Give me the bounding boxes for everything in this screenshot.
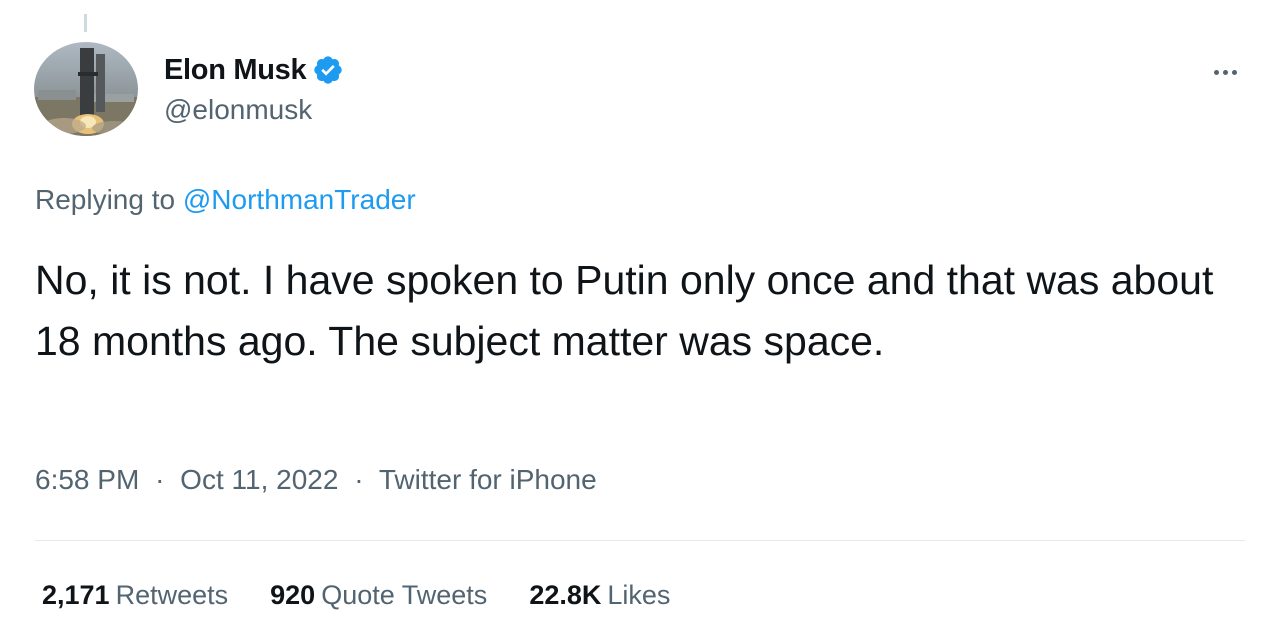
ellipsis-dot [1222, 69, 1228, 75]
meta-separator: · [155, 464, 165, 495]
replying-to-link[interactable]: @NorthmanTrader [183, 184, 416, 215]
likes-count: 22.8K [529, 580, 602, 610]
quote-tweets-stat[interactable]: 920 Quote Tweets [270, 580, 487, 611]
verified-badge-icon [312, 54, 344, 86]
replying-prefix: Replying to [35, 184, 176, 215]
retweets-stat[interactable]: 2,171 Retweets [42, 580, 228, 611]
meta-separator: · [354, 464, 364, 495]
tweet-card: Elon Musk @elonmusk Replying to @Northma… [0, 0, 1280, 635]
tweet-time[interactable]: 6:58 PM [35, 464, 139, 495]
more-options-button[interactable] [1202, 56, 1248, 88]
author-handle[interactable]: @elonmusk [164, 94, 312, 126]
tweet-date[interactable]: Oct 11, 2022 [180, 464, 338, 495]
quote-tweets-label: Quote Tweets [321, 580, 488, 610]
retweets-label: Retweets [115, 580, 229, 610]
display-name[interactable]: Elon Musk [164, 54, 307, 87]
likes-stat[interactable]: 22.8K Likes [529, 580, 670, 611]
avatar[interactable] [34, 42, 138, 136]
thread-connector-line [84, 14, 87, 32]
divider [35, 540, 1245, 541]
quote-tweets-count: 920 [270, 580, 316, 610]
retweets-count: 2,171 [42, 580, 110, 610]
tweet-metadata: 6:58 PM · Oct 11, 2022 · Twitter for iPh… [35, 464, 597, 496]
tweet-stats: 2,171 Retweets 920 Quote Tweets 22.8K Likes [42, 580, 712, 611]
ellipsis-dot [1231, 69, 1237, 75]
tweet-text: No, it is not. I have spoken to Putin on… [35, 257, 1214, 364]
rocket-launch-avatar-icon [34, 42, 138, 136]
replying-to-line: Replying to @NorthmanTrader [35, 184, 416, 216]
tweet-source[interactable]: Twitter for iPhone [379, 464, 597, 495]
author-name-row: Elon Musk [164, 50, 344, 90]
likes-label: Likes [607, 580, 671, 610]
ellipsis-icon [1213, 69, 1219, 75]
